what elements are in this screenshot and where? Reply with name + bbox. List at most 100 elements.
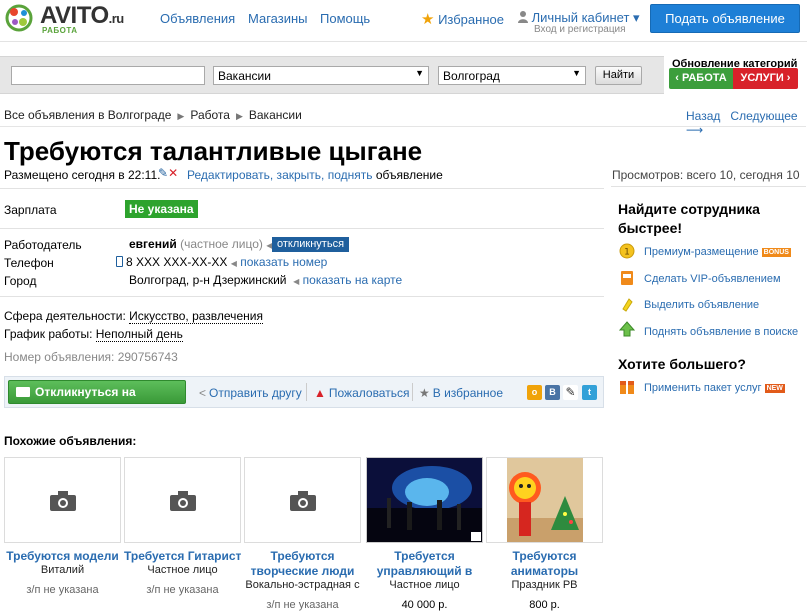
salary-badge: Не указана — [125, 200, 198, 218]
raise-arrow-icon — [619, 321, 635, 337]
employer-name: евгений — [129, 237, 177, 251]
similar-card-1[interactable] — [4, 457, 121, 543]
favorites-link[interactable]: ★ Избранное — [421, 10, 504, 28]
edit-ad-suffix: объявление — [375, 168, 443, 182]
nav-help[interactable]: Помощь — [320, 11, 370, 26]
vip-link[interactable]: Сделать VIP-объявлением — [644, 273, 781, 285]
package-link[interactable]: Применить пакет услуг NEW — [644, 382, 785, 394]
divider — [611, 186, 806, 187]
category-update-buttons: ‹ РАБОТА УСЛУГИ › — [669, 68, 798, 89]
similar-line1-3[interactable]: творческие люди — [244, 564, 361, 578]
bonus-badge: BONUS — [761, 247, 791, 257]
star-icon: ★ — [419, 386, 430, 400]
category-select-value: Вакансии — [218, 69, 271, 83]
breadcrumb-vacancies[interactable]: Вакансии — [249, 108, 302, 122]
salary-label: Зарплата — [4, 203, 57, 217]
camera-icon — [170, 491, 196, 511]
chevron-down-icon: ▼ — [572, 68, 581, 78]
sidebar-heading-more: Хотите большего? — [618, 356, 746, 372]
chevron-left-icon: ◀ — [230, 259, 237, 268]
similar-card-5[interactable] — [486, 457, 603, 543]
show-number-link[interactable]: показать номер — [240, 255, 327, 269]
post-ad-button[interactable]: Подать объявление — [650, 4, 800, 33]
posted-date: Размещено сегодня в 22:11. — [4, 168, 161, 182]
add-favorite-link[interactable]: ★ В избранное — [419, 386, 503, 400]
edit-ad-link[interactable]: Редактировать, закрыть, поднять — [187, 168, 372, 182]
cabinet-label: Личный кабинет ▾ — [531, 10, 640, 25]
vkontakte-icon[interactable]: B — [545, 385, 560, 400]
back-link[interactable]: Назад — [686, 109, 720, 123]
complain-link[interactable]: ▲ Пожаловаться — [314, 386, 409, 400]
phone-value: 8 XXX XXX-XX-XX — [126, 255, 228, 269]
pencil-icon[interactable]: ✎ — [158, 166, 168, 180]
similar-price-3: з/п не указана — [266, 599, 339, 611]
ad-navigation: Назад Следующее ⟶ — [686, 109, 807, 137]
vip-icon — [621, 271, 633, 285]
marker-icon — [622, 298, 633, 312]
breadcrumb-work[interactable]: Работа — [190, 108, 230, 122]
field-label: Сфера деятельности: — [4, 309, 126, 323]
similar-line2-3: Вокально-эстрадная с — [245, 579, 360, 591]
nav-shops[interactable]: Магазины — [248, 11, 308, 26]
close-icon[interactable]: ✕ — [168, 166, 178, 180]
similar-card-2[interactable] — [124, 457, 241, 543]
divider — [0, 296, 604, 297]
employer-label: Работодатель — [4, 238, 82, 252]
services-category-button[interactable]: УСЛУГИ › — [733, 68, 798, 89]
premium-link[interactable]: Премиум-размещение BONUS — [644, 246, 791, 258]
premium-label: Премиум-размещение — [644, 246, 759, 258]
views-counter: Просмотров: всего 10, сегодня 10 — [612, 168, 800, 182]
chevron-right-icon: ▶ — [235, 111, 243, 121]
schedule-value[interactable]: Неполный день — [95, 327, 183, 342]
work-category-button[interactable]: ‹ РАБОТА — [669, 68, 733, 89]
edit-icons: ✎✕ — [158, 166, 178, 180]
phone-icon — [116, 256, 123, 267]
paperclip-icon[interactable]: ✎ — [563, 385, 578, 400]
similar-title-4[interactable]: Требуется — [366, 549, 483, 563]
category-select[interactable]: Вакансии ▼ — [213, 66, 429, 85]
similar-card-4[interactable] — [366, 457, 483, 543]
avito-logo-icon[interactable] — [5, 4, 33, 32]
similar-line1-5[interactable]: аниматоры — [486, 564, 603, 578]
share-icon: < — [199, 386, 207, 400]
odnoklassniki-icon[interactable]: o — [527, 385, 542, 400]
breadcrumb: Все объявления в Волгограде ▶ Работа ▶ Вакан… — [4, 108, 302, 122]
employer-type: (частное лицо) — [180, 237, 263, 251]
package-icon — [620, 381, 634, 394]
package-label: Применить пакет услуг — [644, 382, 762, 394]
field-row: Сфера деятельности: Искусство, развлечен… — [4, 309, 263, 324]
raise-link[interactable]: Поднять объявление в поиске — [644, 326, 798, 338]
similar-line1-4[interactable]: управляющий в — [366, 564, 483, 578]
show-map-link[interactable]: показать на карте — [303, 273, 403, 287]
cabinet-sub-link[interactable]: Вход и регистрация — [534, 24, 626, 35]
envelope-icon — [16, 387, 30, 397]
city-value: Волгоград, р-н Дзержинский — [129, 273, 287, 287]
divider — [0, 228, 604, 229]
find-button[interactable]: Найти — [595, 66, 642, 85]
search-input[interactable] — [11, 66, 205, 85]
send-friend-link[interactable]: < Отправить другу — [199, 386, 302, 400]
phone-label: Телефон — [4, 256, 54, 270]
respond-button[interactable]: Откликнуться на вакансию — [8, 380, 186, 421]
similar-title-1[interactable]: Требуются модели — [4, 549, 121, 563]
similar-title-3[interactable]: Требуются — [244, 549, 361, 563]
warning-icon: ▲ — [314, 386, 326, 400]
chevron-down-icon: ▼ — [415, 68, 424, 78]
breadcrumb-all-ads[interactable]: Все объявления в Волгограде — [4, 108, 171, 122]
respond-small-button[interactable]: откликнуться — [272, 237, 350, 252]
city-info: Волгоград, р-н Дзержинский ◀ показать на… — [129, 273, 402, 287]
twitter-icon[interactable]: t — [582, 385, 597, 400]
coin-icon: 1 — [619, 243, 635, 259]
phone-info: 8 XXX XXX-XX-XX ◀ показать номер — [116, 255, 327, 269]
chevron-right-icon: ▶ — [177, 111, 185, 121]
highlight-link[interactable]: Выделить объявление — [644, 299, 759, 311]
field-value[interactable]: Искусство, развлечения — [129, 309, 263, 324]
city-select[interactable]: Волгоград ▼ — [438, 66, 586, 85]
complain-label: Пожаловаться — [328, 386, 410, 400]
schedule-label: График работы: — [4, 327, 93, 341]
camera-icon — [290, 491, 316, 511]
nav-ads[interactable]: Объявления — [160, 11, 235, 26]
similar-title-5[interactable]: Требуются — [486, 549, 603, 563]
similar-card-3[interactable] — [244, 457, 361, 543]
similar-title-2[interactable]: Требуется Гитарист — [124, 549, 241, 563]
